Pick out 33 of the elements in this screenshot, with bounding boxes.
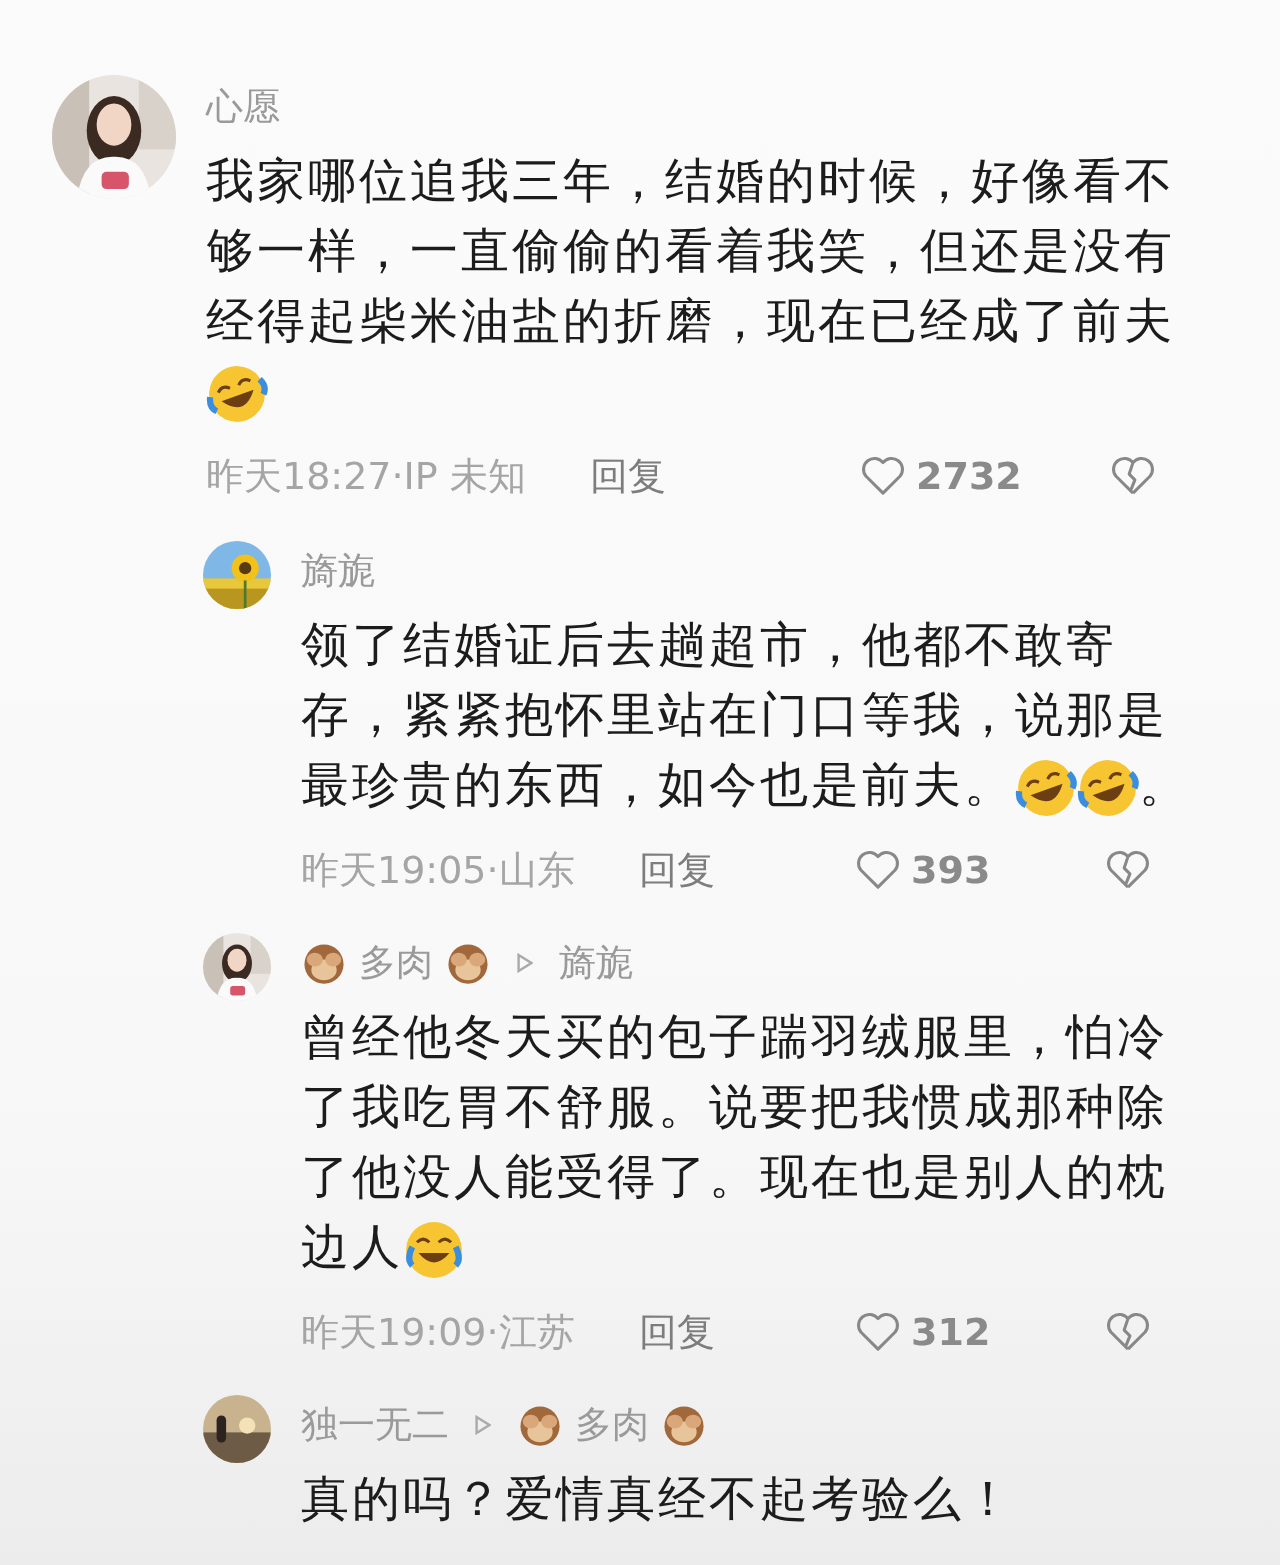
heart-icon[interactable]: [860, 455, 906, 497]
broken-heart-icon[interactable]: [1105, 849, 1151, 891]
triangle-icon: [475, 1415, 491, 1435]
triangle-icon: [517, 953, 533, 973]
broken-heart-icon[interactable]: [1110, 455, 1156, 497]
comment-text: 最珍贵的东西，如今也是前夫。: [301, 756, 1015, 812]
comment-text: 真的吗？爱情真经不起考验么！: [301, 1470, 1015, 1526]
like-count: 312: [911, 1310, 992, 1354]
reply-link[interactable]: 回复: [638, 1306, 715, 1358]
author-name[interactable]: 旖旎: [559, 938, 633, 988]
comment-time: 昨天19:05·山东: [301, 846, 575, 894]
like-count: 393: [911, 848, 992, 892]
comment-text: 领了结婚证后去趟超市，他都不敢寄存，紧紧抱怀里站在门口等我，说那是: [301, 615, 1169, 744]
comment-text: 我家哪位追我三年，结婚的时候，好像看不够一样，一直偷偷的看着我笑，但还是没有经得起柴米油盐的折磨，现在已经成了前夫: [206, 152, 1175, 348]
comment-text: 曾经他冬天买的包子踹羽绒服里，怕冷了我吃胃不舒服。说要把我惯成那种除了他没人能受得了。现在也是别人的枕: [301, 1007, 1169, 1206]
author-name[interactable]: 多肉: [359, 938, 433, 988]
laughing-face-icon: [1015, 757, 1077, 819]
author-name[interactable]: 心愿: [206, 82, 280, 132]
broken-heart-icon[interactable]: [1105, 1311, 1151, 1353]
author-name[interactable]: 旖旎: [301, 546, 375, 596]
laughing-face-icon: [403, 1219, 465, 1281]
comment-text: 边人: [301, 1218, 403, 1274]
heart-icon[interactable]: [855, 849, 901, 891]
author-name[interactable]: 独一无二: [301, 1400, 449, 1450]
comment-time: 昨天18:27·IP 未知: [206, 452, 526, 500]
comment-text: 。: [1139, 756, 1190, 812]
comment-time: 昨天19:09·江苏: [301, 1308, 575, 1356]
author-name[interactable]: 多肉: [575, 1400, 649, 1450]
heart-icon[interactable]: [855, 1311, 901, 1353]
laughing-face-icon: [1077, 757, 1139, 819]
reply-link[interactable]: 回复: [589, 450, 666, 502]
reply-link[interactable]: 回复: [638, 844, 715, 896]
laughing-face-icon: [206, 363, 268, 425]
